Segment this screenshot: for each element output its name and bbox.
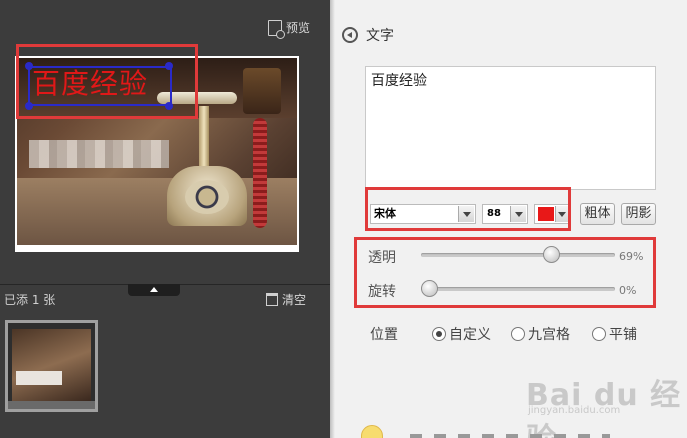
radio-selected-icon[interactable] (432, 327, 446, 341)
watermark-text-input[interactable] (365, 66, 656, 190)
back-arrow-icon (342, 27, 358, 43)
bold-button[interactable]: 粗体 (580, 203, 615, 225)
clear-label: 清空 (282, 293, 307, 307)
thumbnail-image (12, 329, 91, 401)
baidu-jingyan-url: jingyan.baidu.com (528, 405, 621, 416)
blurred-sign (29, 140, 169, 168)
clear-button[interactable]: 清空 (266, 291, 306, 308)
preview-button[interactable]: 预览 (268, 19, 311, 39)
position-option-label: 九宫格 (528, 327, 570, 343)
position-label: 位置 (370, 327, 398, 343)
position-option-tile[interactable]: 平铺 (592, 324, 637, 344)
annotation-highlight-sliders (354, 237, 656, 308)
added-count: 已添 1 张 (4, 293, 56, 307)
radio-icon[interactable] (511, 327, 525, 341)
radio-icon[interactable] (592, 327, 606, 341)
thumbnail-item[interactable] (5, 320, 98, 412)
trash-icon (266, 293, 278, 306)
collapse-toggle[interactable] (128, 284, 180, 296)
preview-label: 预览 (286, 21, 311, 35)
preview-icon (268, 19, 285, 39)
bottom-tip-line (410, 434, 610, 438)
telephone-dial (185, 180, 229, 214)
panel-title: 文字 (366, 28, 394, 44)
position-option-label: 自定义 (449, 327, 491, 343)
annotation-highlight-font (365, 187, 571, 231)
shadow-button[interactable]: 阴影 (621, 203, 656, 225)
back-button[interactable]: 文字 (342, 25, 394, 45)
baidu-jingyan-watermark: Bai du 经验 (526, 378, 682, 438)
annotation-highlight-watermark (16, 44, 198, 119)
position-option-grid[interactable]: 九宫格 (511, 324, 570, 344)
position-option-custom[interactable]: 自定义 (432, 324, 491, 344)
position-option-label: 平铺 (609, 327, 637, 343)
